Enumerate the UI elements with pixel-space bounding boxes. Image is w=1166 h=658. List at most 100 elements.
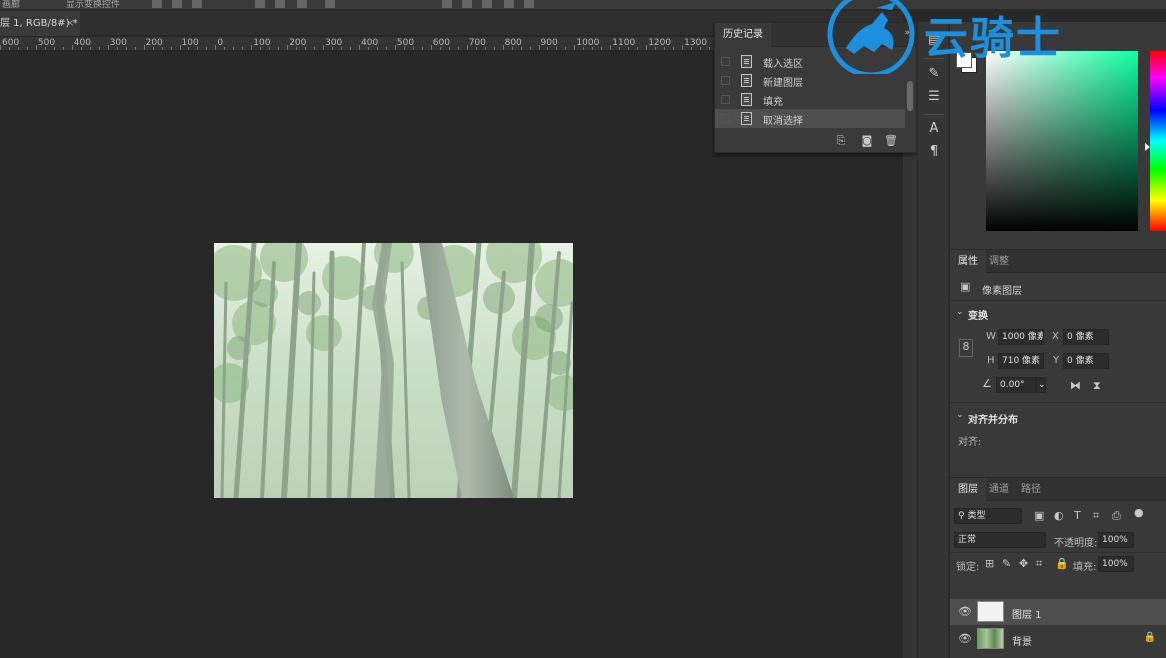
fill-field[interactable]: 100% [1098, 556, 1134, 572]
options-dropdown[interactable]: 画廊 [2, 0, 20, 9]
align-right-icon[interactable] [192, 0, 202, 8]
3d-roll-icon[interactable] [462, 0, 472, 8]
history-snapshot-checkbox[interactable] [721, 76, 730, 85]
lock-transparent-pixels-icon[interactable]: ⊞ [985, 557, 994, 571]
align-top-icon[interactable] [255, 0, 265, 8]
layer-filter-dropdown[interactable]: ⚲ 类型 [954, 508, 1022, 524]
ruler-label: 1000 [576, 38, 600, 48]
3d-slide-icon[interactable] [504, 0, 514, 8]
visibility-eye-icon[interactable]: 👁 [958, 632, 972, 645]
ruler-tick [367, 47, 369, 50]
character-icon[interactable]: A [926, 121, 942, 137]
visibility-eye-icon[interactable]: 👁 [958, 605, 972, 618]
layer-row[interactable]: 👁 背景 🔒 [950, 626, 1166, 652]
align-bottom-icon[interactable] [297, 0, 307, 8]
camera-icon[interactable]: ◙ [861, 135, 873, 147]
flip-horizontal-icon[interactable]: ⧓ [1070, 379, 1081, 393]
smart-object-filter-icon[interactable]: ⎙ [1112, 509, 1121, 523]
close-icon[interactable]: × [66, 11, 74, 36]
adjustments-sliders-icon[interactable]: ☰ [926, 89, 942, 105]
history-item-label: 取消选择 [763, 116, 803, 127]
x-field[interactable]: 0 像素 [1063, 329, 1109, 345]
align-center-icon[interactable] [172, 0, 182, 8]
type-filter-icon[interactable]: T [1074, 509, 1081, 523]
tab-channels[interactable]: 通道 [981, 478, 1017, 501]
collapse-icon[interactable]: » [904, 28, 910, 38]
history-panel: 历史记录 » 载入选区 新建图层 填充 取消选择 ⎘ ◙ 🗑 [714, 22, 917, 153]
history-item-label: 载入选区 [763, 59, 803, 70]
ruler-tick [359, 45, 360, 50]
y-field[interactable]: 0 像素 [1063, 353, 1109, 369]
width-field[interactable]: 1000 像素 [998, 329, 1044, 345]
history-item-active[interactable]: 取消选择 [715, 109, 905, 128]
history-snapshot-checkbox[interactable] [721, 114, 730, 123]
paragraph-icon[interactable]: ¶ [926, 144, 942, 160]
ruler-tick [35, 45, 37, 50]
ruler-tick [8, 47, 10, 50]
3d-rotate-icon[interactable] [442, 0, 452, 8]
history-tab[interactable]: 历史记录 [715, 23, 771, 47]
history-panel-icon[interactable]: ▤ [926, 32, 942, 48]
ruler-tick [305, 47, 307, 50]
ruler-tick [394, 45, 396, 50]
ruler-tick [98, 47, 100, 50]
height-field[interactable]: 710 像素 [998, 353, 1044, 369]
filter-toggle-icon[interactable]: ● [1134, 506, 1144, 520]
ruler-label: 500 [37, 38, 56, 48]
shape-filter-icon[interactable]: ⌗ [1093, 509, 1099, 523]
align-left-icon[interactable] [152, 0, 162, 8]
ruler-tick [26, 47, 28, 50]
new-document-from-state-icon[interactable]: ⎘ [835, 135, 847, 147]
history-item[interactable]: 载入选区 [715, 52, 905, 71]
angle-field[interactable]: 0.00° [996, 377, 1036, 393]
tab-paths[interactable]: 路径 [1013, 478, 1049, 501]
history-snapshot-checkbox[interactable] [721, 57, 730, 66]
color-picker-field[interactable] [986, 51, 1138, 231]
ruler-tick [278, 47, 280, 50]
distribute-icon[interactable] [325, 0, 335, 8]
pixel-layer-icon: ▣ [960, 280, 971, 293]
ruler-tick [637, 47, 639, 50]
hue-slider[interactable] [1150, 51, 1166, 231]
layer-thumbnail [977, 601, 1004, 622]
flip-vertical-icon[interactable]: ⧗ [1093, 379, 1101, 393]
chevron-down-icon[interactable]: ⌄ [956, 305, 964, 319]
opacity-field[interactable]: 100% [1098, 532, 1134, 548]
ruler-tick [448, 47, 450, 50]
ruler-tick [287, 45, 289, 50]
foreground-color-swatch[interactable] [956, 52, 972, 68]
angle-icon: ∠ [982, 377, 992, 390]
3d-pan-icon[interactable] [482, 0, 492, 8]
history-item[interactable]: 填充 [715, 90, 905, 109]
lock-position-icon[interactable]: ✥ [1019, 557, 1028, 571]
brush-settings-icon[interactable]: ✎ [926, 66, 942, 82]
trash-icon[interactable]: 🗑 [884, 135, 898, 147]
adjustment-filter-icon[interactable]: ◐ [1054, 509, 1064, 523]
tab-adjustments[interactable]: 调整 [981, 250, 1017, 273]
ruler-tick [682, 45, 684, 50]
document-tab[interactable]: 层 1, RGB/8#) * × [0, 11, 80, 36]
ruler-tick [0, 45, 1, 50]
lock-all-icon[interactable]: 🔒 [1055, 557, 1069, 571]
blend-mode-dropdown[interactable]: 正常 [954, 532, 1046, 548]
ruler-tick [547, 47, 549, 50]
history-item-label: 新建图层 [763, 78, 803, 89]
image-filter-icon[interactable]: ▣ [1034, 509, 1044, 523]
ruler-label: 1100 [612, 38, 636, 48]
lock-artboard-icon[interactable]: ⌗ [1036, 557, 1042, 571]
3d-scale-icon[interactable] [524, 0, 534, 8]
align-middle-icon[interactable] [275, 0, 285, 8]
angle-dropdown[interactable]: ⌄ [1036, 377, 1046, 393]
chevron-down-icon[interactable]: ⌄ [956, 408, 964, 422]
history-item[interactable]: 新建图层 [715, 71, 905, 90]
lock-image-pixels-icon[interactable]: ✎ [1002, 557, 1011, 571]
fill-label: 填充: [1073, 562, 1097, 573]
ruler-tick [529, 47, 531, 50]
history-snapshot-checkbox[interactable] [721, 95, 730, 104]
ruler-tick [188, 47, 190, 50]
layer-row-active[interactable]: 👁 图层 1 [950, 599, 1166, 625]
ruler-tick [179, 45, 181, 50]
show-transform-controls-label[interactable]: 显示变换控件 [66, 0, 120, 9]
link-icon[interactable]: 8 [959, 339, 973, 357]
ruler-tick [116, 47, 118, 50]
